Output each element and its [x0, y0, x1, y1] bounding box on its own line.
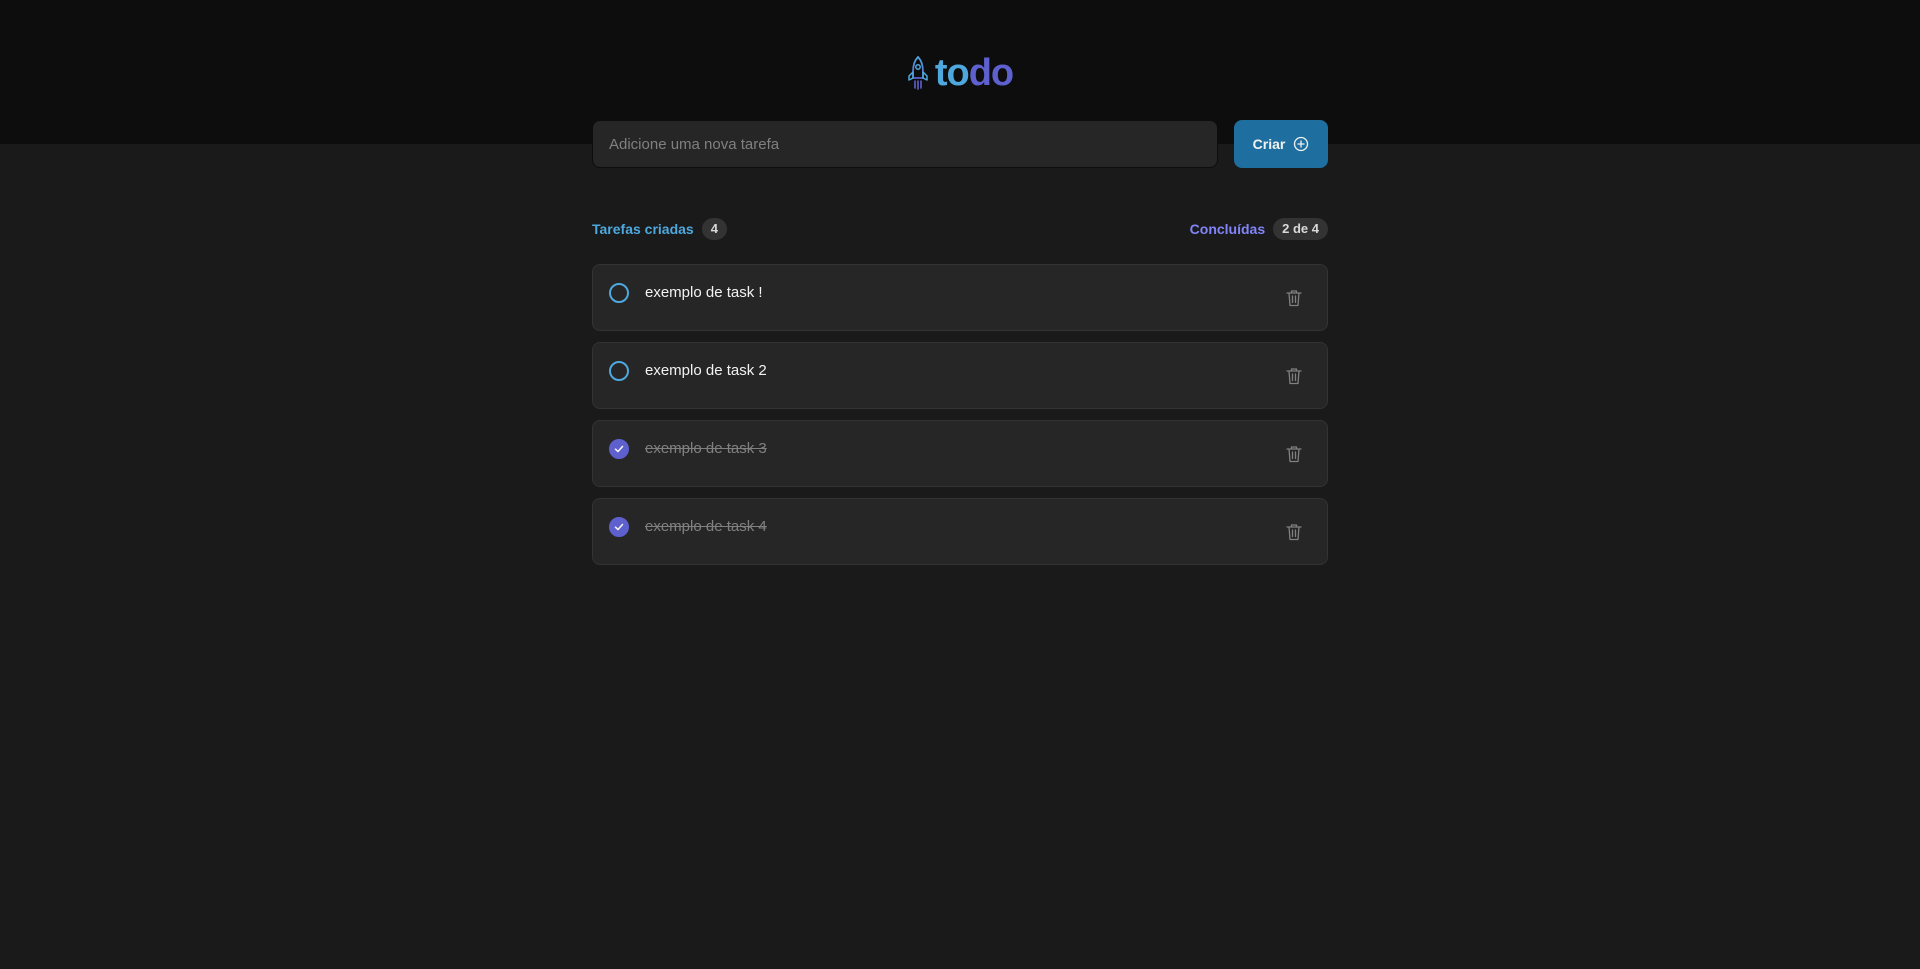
task-item: exemplo de task 3: [592, 420, 1328, 487]
task-info: Tarefas criadas 4 Concluídas 2 de 4: [592, 217, 1328, 241]
task-item: exemplo de task 4: [592, 498, 1328, 565]
logo: todo: [0, 52, 1920, 94]
create-button-label: Criar: [1252, 136, 1286, 152]
created-tasks-info: Tarefas criadas 4: [592, 218, 727, 240]
task-text: exemplo de task 3: [645, 440, 767, 457]
new-task-form: Criar: [592, 120, 1328, 168]
logo-text: todo: [934, 52, 1014, 94]
created-tasks-label: Tarefas criadas: [592, 221, 694, 237]
circle-icon[interactable]: [609, 361, 629, 381]
done-tasks-info: Concluídas 2 de 4: [1190, 218, 1328, 240]
task-text: exemplo de task !: [645, 284, 763, 301]
plus-circle-icon: [1294, 136, 1309, 152]
new-task-input[interactable]: [592, 120, 1218, 168]
check-circle-icon[interactable]: [609, 517, 629, 537]
done-tasks-label: Concluídas: [1189, 221, 1266, 237]
create-button[interactable]: Criar: [1234, 120, 1328, 168]
check-circle-icon[interactable]: [609, 439, 629, 459]
done-tasks-count: 2 de 4: [1273, 218, 1328, 240]
task-text: exemplo de task 2: [645, 362, 767, 379]
logo-text-to: to: [934, 52, 970, 94]
task-item: exemplo de task 2: [592, 342, 1328, 409]
trash-icon[interactable]: [1283, 365, 1305, 387]
task-item: exemplo de task !: [592, 264, 1328, 331]
circle-icon[interactable]: [609, 283, 629, 303]
trash-icon[interactable]: [1283, 521, 1305, 543]
task-list: exemplo de task ! exemplo de task 2 exem…: [592, 264, 1328, 565]
trash-icon[interactable]: [1283, 443, 1305, 465]
trash-icon[interactable]: [1283, 287, 1305, 309]
rocket-icon: [908, 56, 928, 90]
created-tasks-count: 4: [701, 218, 727, 240]
logo-text-do: do: [968, 52, 1014, 94]
task-text: exemplo de task 4: [645, 518, 767, 535]
